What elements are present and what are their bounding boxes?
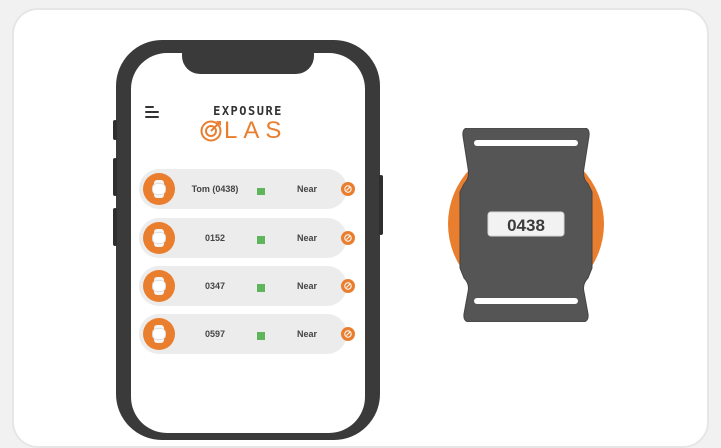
- target-logo-icon: [200, 120, 222, 142]
- signal-bar-fill: [257, 332, 265, 340]
- wearable-tag-icon: [143, 318, 175, 350]
- device-name: 0347: [204, 281, 226, 291]
- phone-side-button: [113, 208, 117, 246]
- device-status: Near: [296, 281, 317, 291]
- device-row[interactable]: 0597 Near: [139, 314, 355, 354]
- edit-pencil-icon[interactable]: [341, 231, 355, 245]
- signal-bar: [257, 185, 265, 195]
- phone-side-button: [379, 175, 383, 235]
- device-row[interactable]: 0347 Near: [139, 266, 355, 306]
- phone-notch: [182, 50, 314, 74]
- wearable-tag-icon: [143, 173, 175, 205]
- signal-bar-fill: [257, 284, 265, 292]
- edit-pencil-icon[interactable]: [341, 279, 355, 293]
- device-name: 0152: [204, 233, 226, 243]
- hamburger-menu-icon[interactable]: [145, 106, 159, 118]
- wearable-tag-icon: [143, 222, 175, 254]
- signal-bar: [257, 330, 265, 340]
- device-status: Near: [296, 184, 317, 194]
- signal-bar: [257, 282, 265, 292]
- tag-slot-bottom: [474, 298, 578, 304]
- tag-id-text: 0438: [507, 216, 545, 235]
- phone-side-button: [113, 120, 117, 140]
- app-logo: LAS: [200, 117, 296, 147]
- device-name: 0597: [204, 329, 226, 339]
- signal-bar-fill: [257, 236, 265, 244]
- app-logo-top: EXPOSURE: [213, 104, 283, 118]
- device-name: Tom (0438): [191, 184, 239, 194]
- app-logo-bottom: LAS: [224, 117, 288, 144]
- device-row[interactable]: 0152 Near: [139, 218, 355, 258]
- edit-pencil-icon[interactable]: [341, 182, 355, 196]
- tag-slot-top: [474, 140, 578, 146]
- device-status: Near: [296, 329, 317, 339]
- wearable-tag-device: 0438: [448, 128, 604, 322]
- device-row[interactable]: Tom (0438) Near: [139, 169, 355, 209]
- phone-side-button: [113, 158, 117, 196]
- wearable-tag-icon: [143, 270, 175, 302]
- edit-pencil-icon[interactable]: [341, 327, 355, 341]
- signal-bar: [257, 234, 265, 244]
- device-status: Near: [296, 233, 317, 243]
- signal-bar-fill: [257, 188, 265, 195]
